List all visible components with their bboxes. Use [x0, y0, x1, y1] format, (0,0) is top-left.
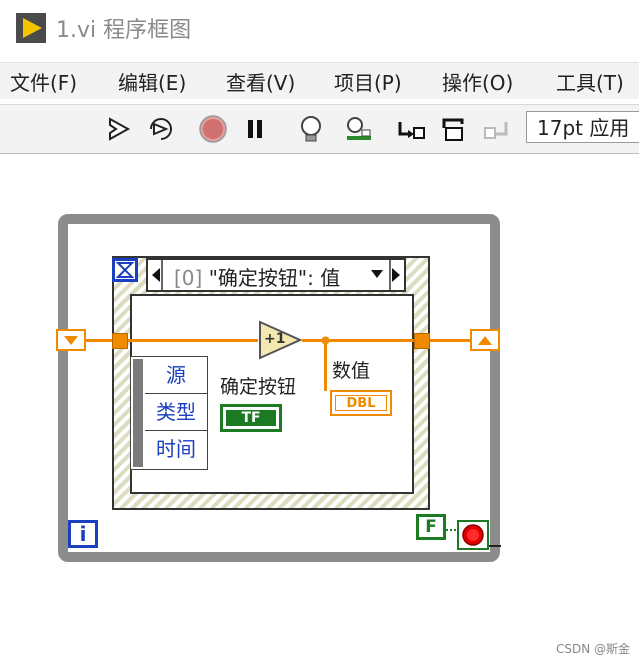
- menu-bar: 文件(F) 编辑(E) 查看(V) 项目(P) 操作(O) 工具(T): [0, 62, 639, 99]
- menu-file[interactable]: 文件(F): [10, 67, 77, 96]
- dropdown-arrow-icon[interactable]: [370, 267, 384, 281]
- wire-to-increment: [127, 339, 258, 342]
- window-title: 1.vi 程序框图: [56, 18, 192, 43]
- event-selector-label[interactable]: [0] "确定按钮": 值: [146, 258, 406, 292]
- stop-false-constant[interactable]: F: [416, 514, 446, 540]
- event-data-source[interactable]: 源: [145, 357, 207, 394]
- increment-label: +1: [264, 331, 286, 347]
- event-data-type[interactable]: 类型: [145, 394, 207, 431]
- event-selector-text: [0] "确定按钮": 值: [174, 262, 340, 291]
- increment-function[interactable]: +1: [258, 320, 303, 360]
- numeric-indicator-terminal[interactable]: DBL: [330, 390, 392, 416]
- menu-project[interactable]: 项目(P): [334, 67, 402, 96]
- labview-app-icon: [16, 13, 46, 43]
- button-terminal[interactable]: TF: [220, 404, 282, 432]
- event-case-name: "确定按钮": 值: [208, 266, 341, 290]
- iteration-terminal[interactable]: i: [68, 520, 98, 548]
- wire-left-in: [86, 339, 112, 342]
- event-data-time[interactable]: 时间: [145, 431, 207, 467]
- pause-icon[interactable]: [240, 114, 270, 144]
- retain-wire-values-icon[interactable]: [344, 114, 374, 144]
- timeout-terminal[interactable]: [112, 258, 138, 282]
- up-arrow-icon: [472, 331, 498, 349]
- event-case-index: [0]: [174, 266, 203, 290]
- down-arrow-icon: [58, 331, 84, 349]
- wire-to-numeric: [324, 339, 327, 391]
- menu-tools[interactable]: 工具(T): [556, 67, 624, 96]
- shift-register-left[interactable]: [56, 329, 86, 351]
- highlight-execution-icon[interactable]: [296, 114, 326, 144]
- toolbar: 17pt 应用: [0, 104, 639, 155]
- stop-sign-icon: [462, 524, 484, 546]
- run-continuously-icon[interactable]: [146, 114, 176, 144]
- wire-right-out: [428, 339, 470, 342]
- menu-edit[interactable]: 编辑(E): [118, 67, 186, 96]
- tunnel-left[interactable]: [112, 333, 128, 349]
- wire-from-increment: [302, 339, 414, 342]
- numeric-terminal-label: 数值: [332, 360, 371, 382]
- event-data-node[interactable]: 源 类型 时间: [130, 356, 208, 470]
- step-over-icon[interactable]: [440, 114, 470, 144]
- hourglass-icon: [115, 262, 135, 278]
- next-case-icon[interactable]: [388, 260, 404, 290]
- watermark: CSDN @斯金: [556, 642, 631, 656]
- button-terminal-label: 确定按钮: [220, 376, 297, 398]
- loop-corner-line: [489, 545, 501, 547]
- title-bar: 1.vi 程序框图: [0, 0, 639, 58]
- wire-junction: [321, 336, 330, 345]
- menu-view[interactable]: 查看(V): [226, 67, 295, 96]
- step-into-icon[interactable]: [396, 114, 426, 144]
- step-out-icon[interactable]: [482, 114, 512, 144]
- run-icon[interactable]: [104, 114, 134, 144]
- tunnel-right[interactable]: [414, 333, 430, 349]
- abort-icon[interactable]: [198, 114, 228, 144]
- loop-condition-terminal[interactable]: [457, 520, 489, 550]
- numeric-terminal-type: DBL: [335, 395, 387, 411]
- previous-case-icon[interactable]: [148, 260, 164, 290]
- event-data-node-handle: [133, 359, 143, 467]
- menu-operate[interactable]: 操作(O): [442, 67, 513, 96]
- button-terminal-type: TF: [226, 410, 276, 426]
- shift-register-right[interactable]: [470, 329, 500, 351]
- text-settings-select[interactable]: 17pt 应用: [526, 111, 639, 143]
